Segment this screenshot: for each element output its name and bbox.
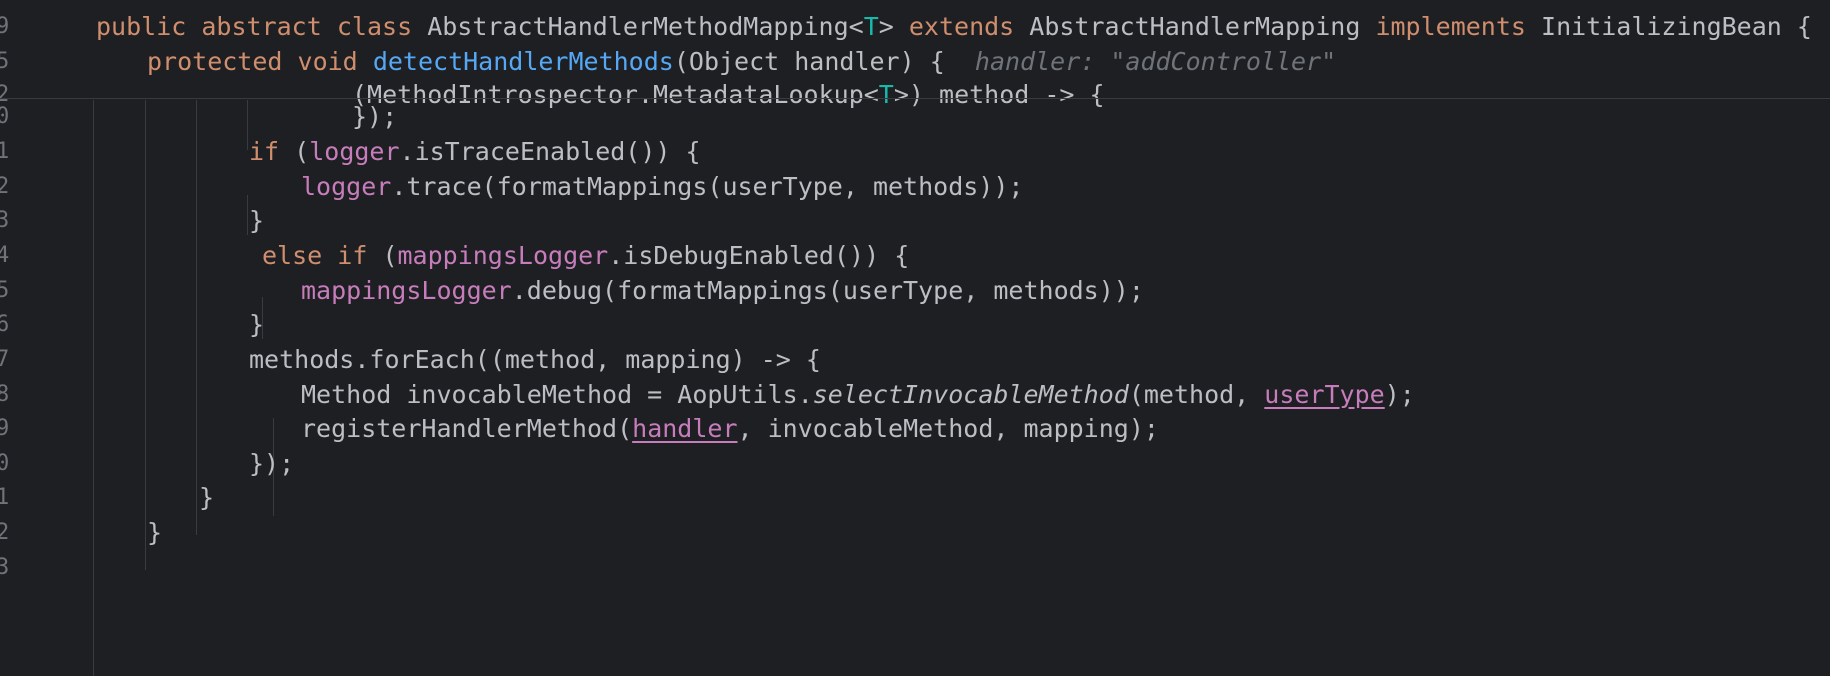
code-line[interactable]: 1 } bbox=[0, 478, 1830, 518]
line-number: 4 bbox=[0, 243, 10, 268]
code-text: } bbox=[249, 206, 265, 235]
code-text: if (logger.isTraceEnabled()) { bbox=[249, 137, 701, 166]
code-line[interactable]: 6 } bbox=[0, 305, 1830, 345]
code-text: } bbox=[249, 310, 265, 339]
code-text: } bbox=[147, 518, 163, 547]
inline-value-hint: handler: "addController" bbox=[974, 47, 1337, 76]
line-number: 5 bbox=[0, 49, 10, 74]
code-text: registerHandlerMethod(handler, invocable… bbox=[301, 414, 1159, 443]
code-line[interactable]: 3 bbox=[0, 548, 1830, 588]
line-number: 9 bbox=[0, 416, 10, 441]
sticky-method-line[interactable]: 5 protected void detectHandlerMethods(Ob… bbox=[0, 42, 1830, 82]
line-number: 3 bbox=[0, 208, 10, 233]
code-text: }); bbox=[352, 102, 398, 131]
line-number: 2 bbox=[0, 520, 10, 545]
code-text: } bbox=[199, 483, 215, 512]
code-editor[interactable]: 2 (MethodIntrospector.MetadataLookup<T>)… bbox=[0, 0, 1830, 676]
line-number: 0 bbox=[0, 104, 10, 129]
code-line[interactable]: 9 registerHandlerMethod(handler, invocab… bbox=[0, 409, 1830, 449]
line-number: 7 bbox=[0, 347, 10, 372]
code-text: else if (mappingsLogger.isDebugEnabled()… bbox=[262, 241, 910, 270]
code-line[interactable]: 2 } bbox=[0, 513, 1830, 553]
line-number: 1 bbox=[0, 485, 10, 510]
code-line[interactable]: 0 }); bbox=[0, 97, 1830, 137]
class-declaration: public abstract class AbstractHandlerMet… bbox=[96, 12, 1812, 41]
code-text: methods.forEach((method, mapping) -> { bbox=[249, 345, 821, 374]
code-line[interactable]: 1 if (logger.isTraceEnabled()) { bbox=[0, 132, 1830, 172]
line-number: 9 bbox=[0, 14, 10, 39]
line-number: 3 bbox=[0, 555, 10, 580]
usertype-reference-link: userType bbox=[1264, 380, 1385, 409]
method-declaration: protected void detectHandlerMethods(Obje… bbox=[147, 47, 1337, 76]
handler-reference-link: handler bbox=[632, 414, 738, 443]
code-line[interactable]: 4 else if (mappingsLogger.isDebugEnabled… bbox=[0, 236, 1830, 276]
code-line[interactable]: 3 } bbox=[0, 201, 1830, 241]
line-number: 1 bbox=[0, 139, 10, 164]
sticky-class-line[interactable]: 9 public abstract class AbstractHandlerM… bbox=[0, 7, 1830, 47]
code-line[interactable]: 7 methods.forEach((method, mapping) -> { bbox=[0, 340, 1830, 380]
line-number: 6 bbox=[0, 312, 10, 337]
